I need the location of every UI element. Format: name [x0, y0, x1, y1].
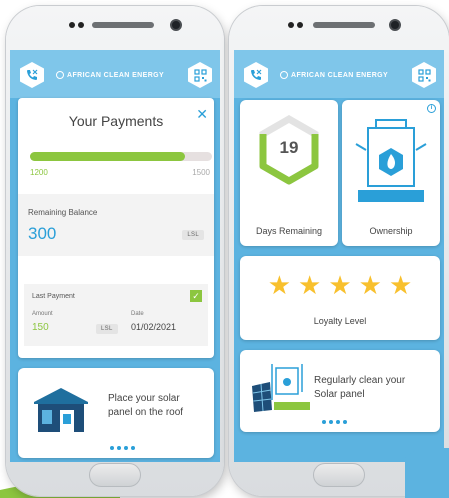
ownership-card[interactable]: i Ownership: [342, 100, 440, 246]
front-camera: [389, 19, 401, 31]
solar-panel-icon: [252, 364, 310, 412]
remaining-balance-value: 300: [28, 224, 57, 243]
right-phone: AFRICAN CLEAN ENERGY 19 Days Remaining i: [229, 6, 449, 496]
home-button[interactable]: [89, 463, 141, 487]
carousel-dot[interactable]: [117, 446, 121, 450]
brand-logo-icon: [56, 71, 64, 79]
amount-currency-badge: LSL: [96, 324, 118, 334]
dashboard-screen: AFRICAN CLEAN ENERGY 19 Days Remaining i: [234, 50, 444, 462]
remaining-balance-label: Remaining Balance: [28, 208, 98, 217]
home-button[interactable]: [313, 463, 365, 487]
remaining-balance-section: Remaining Balance 300 LSL: [18, 194, 214, 256]
last-payment-label: Last Payment: [32, 293, 75, 300]
qr-code-button[interactable]: [188, 62, 212, 88]
loyalty-card[interactable]: ★ ★ ★ ★ ★ Loyalty Level: [240, 256, 440, 340]
carousel-dot[interactable]: [124, 446, 128, 450]
tip-text: Regularly clean your Solar panel: [314, 374, 405, 402]
carousel-dot[interactable]: [336, 420, 340, 424]
payments-card: Your Payments ✕ 1200 1500 Remaining Bala…: [18, 98, 214, 358]
carousel-dots[interactable]: [322, 420, 347, 424]
payment-progress-bar: [30, 152, 212, 161]
phone-menu-button[interactable]: [244, 62, 268, 88]
phone-icon: [251, 69, 262, 80]
star-icon: ★: [388, 270, 413, 300]
carousel-dot[interactable]: [322, 420, 326, 424]
sensor-dot: [297, 22, 303, 28]
loyalty-level-label: Loyalty Level: [313, 316, 367, 326]
loyalty-stars: ★ ★ ★ ★ ★: [240, 272, 440, 298]
phone-menu-button[interactable]: [20, 62, 44, 88]
tip-card-clean[interactable]: Regularly clean your Solar panel: [240, 350, 440, 432]
tip-card-roof[interactable]: Place your solar panel on the roof: [18, 368, 214, 458]
progress-paid-label: 1200: [30, 168, 48, 177]
tip-line-1: Regularly clean your: [314, 375, 406, 386]
star-icon: ★: [358, 270, 382, 300]
tip-line-2: Solar panel: [314, 389, 365, 400]
brand-name: AFRICAN CLEAN ENERGY: [291, 72, 389, 79]
house-icon: [34, 388, 88, 432]
days-remaining-label: Days Remaining: [255, 226, 323, 236]
carousel-dot[interactable]: [343, 420, 347, 424]
checkmark-icon: ✓: [190, 290, 202, 302]
carousel-dot[interactable]: [131, 446, 135, 450]
balance-currency-badge: LSL: [182, 230, 204, 240]
ownership-label: Ownership: [369, 226, 413, 236]
days-remaining-card[interactable]: 19 Days Remaining: [240, 100, 338, 246]
sensor-dot: [78, 22, 84, 28]
sensor-dot: [288, 22, 294, 28]
payments-title: Your Payments: [68, 113, 164, 129]
left-phone: AFRICAN CLEAN ENERGY Your Payments ✕ 120…: [6, 6, 224, 496]
date-label: Date: [131, 311, 144, 317]
qr-code-icon: [417, 68, 431, 82]
qr-code-button[interactable]: [412, 62, 436, 88]
days-remaining-value: 19: [279, 138, 299, 157]
info-icon[interactable]: i: [427, 104, 436, 113]
brand-logo: AFRICAN CLEAN ENERGY: [56, 71, 164, 79]
star-icon: ★: [267, 270, 292, 300]
star-icon: ★: [328, 270, 352, 300]
brand-logo-icon: [280, 71, 288, 79]
speaker-grille: [313, 22, 375, 28]
close-icon[interactable]: ✕: [196, 106, 208, 123]
progress-total-label: 1500: [192, 168, 210, 177]
tip-line-2: panel on the roof: [108, 407, 184, 418]
brand-logo: AFRICAN CLEAN ENERGY: [280, 71, 388, 79]
last-payment-section: Last Payment ✓ Amount Date 150 LSL 01/02…: [24, 284, 208, 346]
star-icon: ★: [298, 270, 322, 300]
payment-progress-fill: [30, 152, 185, 161]
payments-screen: AFRICAN CLEAN ENERGY Your Payments ✕ 120…: [10, 50, 220, 462]
last-payment-amount: 150: [32, 322, 49, 333]
carousel-dot[interactable]: [329, 420, 333, 424]
app-header: AFRICAN CLEAN ENERGY: [10, 50, 220, 98]
corner-logo-badge: [405, 448, 449, 498]
qr-code-icon: [193, 68, 207, 82]
carousel-dot[interactable]: [110, 446, 114, 450]
front-camera: [170, 19, 182, 31]
app-header: AFRICAN CLEAN ENERGY: [234, 50, 444, 98]
tip-line-1: Place your solar: [108, 393, 180, 404]
amount-label: Amount: [32, 311, 53, 317]
sensor-dot: [69, 22, 75, 28]
carousel-dots[interactable]: [110, 446, 135, 450]
last-payment-date: 01/02/2021: [131, 322, 177, 332]
tip-text: Place your solar panel on the roof: [108, 392, 183, 420]
ownership-stove-icon: [355, 119, 427, 202]
brand-name: AFRICAN CLEAN ENERGY: [67, 72, 165, 79]
speaker-grille: [92, 22, 154, 28]
phone-icon: [27, 69, 38, 80]
